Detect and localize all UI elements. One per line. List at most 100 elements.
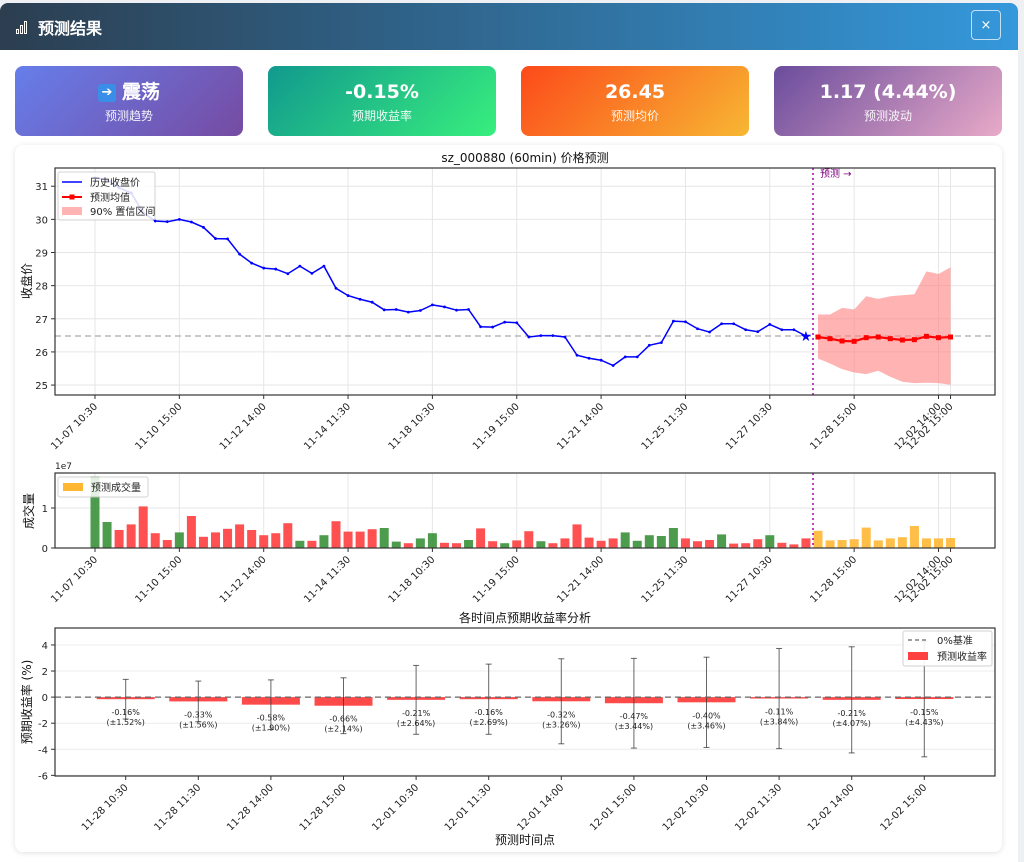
volume-bar <box>693 541 702 548</box>
return-data-label-line: -0.11% <box>765 708 794 717</box>
volume-bar <box>319 535 329 548</box>
history-point <box>479 325 482 329</box>
history-point <box>382 308 386 312</box>
volume-ylabel: 成交量 <box>21 493 36 529</box>
forecast-point <box>936 335 941 341</box>
last-price-star-marker: ★ <box>800 329 813 345</box>
history-point <box>370 300 374 304</box>
history-point <box>455 308 458 312</box>
volume-bar <box>512 540 522 548</box>
history-point <box>720 322 723 326</box>
volume-ytick-label: 0 <box>42 544 48 555</box>
forecast-volume-bar <box>946 538 956 548</box>
return-data-label: -0.21% (±2.64%) <box>397 709 435 728</box>
volume-bar <box>596 540 606 548</box>
price-ylabel: 收盘价 <box>19 263 34 299</box>
forecast-point <box>863 335 869 341</box>
price-xtick-label: 11-12 14:00 <box>218 401 269 452</box>
return-xlabel: 预测时间点 <box>495 833 555 847</box>
volume-bar <box>379 528 389 548</box>
chart-container: sz_000880 (60min) 价格预测 25 26 27 28 29 30 31 11-0… <box>15 145 1002 852</box>
forecast-point <box>827 336 833 342</box>
forecast-volume-bar <box>849 539 859 548</box>
volume-bar <box>524 531 534 548</box>
return-data-label-line: (±2.69%) <box>470 718 508 727</box>
volume-bar <box>572 524 582 548</box>
history-point <box>394 308 398 311</box>
history-point <box>346 294 350 297</box>
history-point <box>491 325 495 329</box>
return-data-label: -0.11% (±3.84%) <box>760 708 798 727</box>
price-xtick-label: 11-27 10:30 <box>724 401 775 452</box>
return-ytick-label: 2 <box>42 667 48 678</box>
history-point <box>443 305 446 309</box>
forecast-point <box>839 338 845 344</box>
volume-bar <box>150 533 160 548</box>
volume-bar <box>391 541 401 548</box>
history-point <box>744 328 748 332</box>
volume-bar <box>632 540 642 548</box>
volume-bar <box>765 535 775 548</box>
volume-xtick-label: 11-19 15:00 <box>471 554 522 605</box>
history-point <box>768 323 772 326</box>
history-point <box>672 319 675 323</box>
return-xtick-label: 11-28 10:30 <box>80 782 131 833</box>
volume-bar <box>753 539 763 548</box>
history-point <box>684 320 687 324</box>
volume-xtick-label: 11-18 10:30 <box>387 554 438 605</box>
return-data-label-line: (±3.46%) <box>687 721 725 730</box>
history-point <box>406 310 410 314</box>
return-xtick-label: 11-28 11:30 <box>152 782 203 833</box>
return-ytick-label: 4 <box>42 641 48 652</box>
volatility-label: 预测波动 <box>863 109 912 123</box>
volume-xtick-label: 11-28 15:00 <box>808 554 859 605</box>
volume-bar <box>223 528 233 548</box>
volume-bar <box>162 540 172 548</box>
volume-bar <box>114 530 124 548</box>
avg-price-value: 26.45 <box>604 81 666 103</box>
trend-value: 震荡 <box>121 81 160 103</box>
history-point <box>563 335 567 339</box>
history-point <box>358 297 362 301</box>
history-point <box>551 334 555 338</box>
volume-xtick-label: 11-07 10:30 <box>49 554 100 605</box>
volume-bar <box>705 540 715 548</box>
history-point <box>238 252 242 256</box>
price-ytick-label: 25 <box>35 381 48 392</box>
volume-bar <box>343 531 353 548</box>
history-point <box>587 356 591 360</box>
return-data-label-line: (±3.26%) <box>542 720 580 729</box>
volume-bar <box>198 536 208 548</box>
return-data-label-line: (±2.64%) <box>397 719 435 728</box>
forecast-point <box>875 334 881 340</box>
price-xtick-label: 11-28 15:00 <box>808 401 859 452</box>
close-button[interactable]: × <box>971 10 1001 40</box>
history-point <box>262 266 266 270</box>
volume-bar <box>536 541 546 548</box>
volume-bar <box>729 543 739 548</box>
return-xtick-label: 12-02 11:30 <box>733 782 784 833</box>
volume-bar <box>331 521 341 548</box>
return-xtick-label: 11-28 15:00 <box>298 782 349 833</box>
forecast-volume-bar <box>885 538 895 548</box>
legend-baseline-label: 0%基准 <box>937 634 973 647</box>
forecast-point <box>899 337 905 343</box>
forecast-volume-bar <box>837 540 847 548</box>
volume-bar <box>186 516 196 548</box>
return-data-label: -0.32% (±3.26%) <box>542 710 580 729</box>
return-data-label: -0.47% (±3.44%) <box>615 712 653 731</box>
volume-bar <box>271 533 281 548</box>
forecast-volume-bar <box>813 530 823 548</box>
legend-return-label: 预测收益率 <box>937 650 987 663</box>
volume-bar <box>777 542 787 548</box>
bar-chart-icon <box>16 20 30 34</box>
volume-bar <box>283 523 293 548</box>
volume-offset-label: 1e7 <box>55 462 72 472</box>
forecast-point <box>851 338 857 344</box>
volume-bar <box>741 543 751 548</box>
return-data-label: -0.40% (±3.46%) <box>687 711 725 730</box>
forecast-point <box>887 336 893 342</box>
volume-bar <box>126 524 136 548</box>
return-axes-background <box>55 628 995 776</box>
avg-price-label: 预测均价 <box>610 109 659 123</box>
